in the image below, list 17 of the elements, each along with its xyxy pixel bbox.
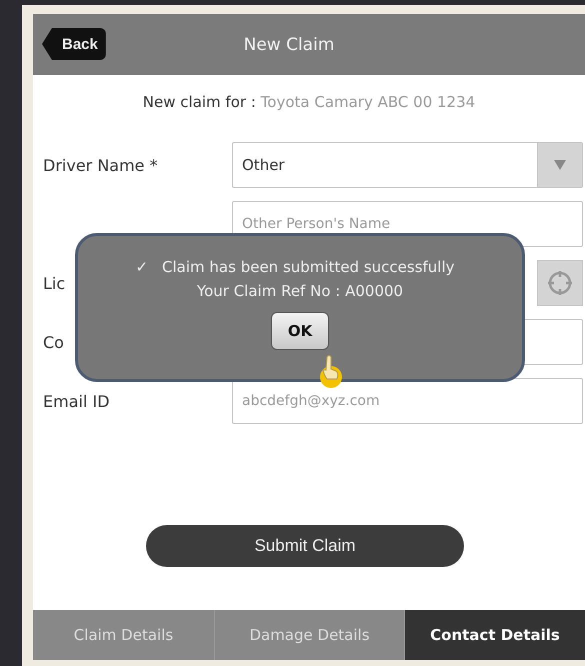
input-field[interactable]: abcdefgh@xyz.com [232, 378, 583, 424]
back-button[interactable]: Back [42, 28, 106, 60]
claim-subject: New claim for : Toyota Camary ABC 00 1234 [142, 93, 476, 111]
dialog-message: Claim has been submitted successfully [162, 258, 455, 276]
reference-number: Your Claim Ref No : A00000 [196, 282, 404, 300]
crosshair-icon [547, 270, 573, 296]
submit-button[interactable]: Submit Claim [146, 525, 464, 567]
tab[interactable]: Contact Details [405, 610, 585, 660]
field-label: Lic [43, 274, 66, 292]
locate-button[interactable] [537, 260, 583, 306]
field-label: Co [43, 332, 64, 352]
dropdown-field[interactable]: Other [232, 142, 583, 188]
screen-title: New Claim [244, 34, 334, 54]
ok-button[interactable]: OK [271, 312, 329, 350]
check-icon: ✓ [135, 258, 148, 276]
field-label: Email ID [43, 392, 110, 410]
field-label: Driver Name * [43, 156, 158, 174]
